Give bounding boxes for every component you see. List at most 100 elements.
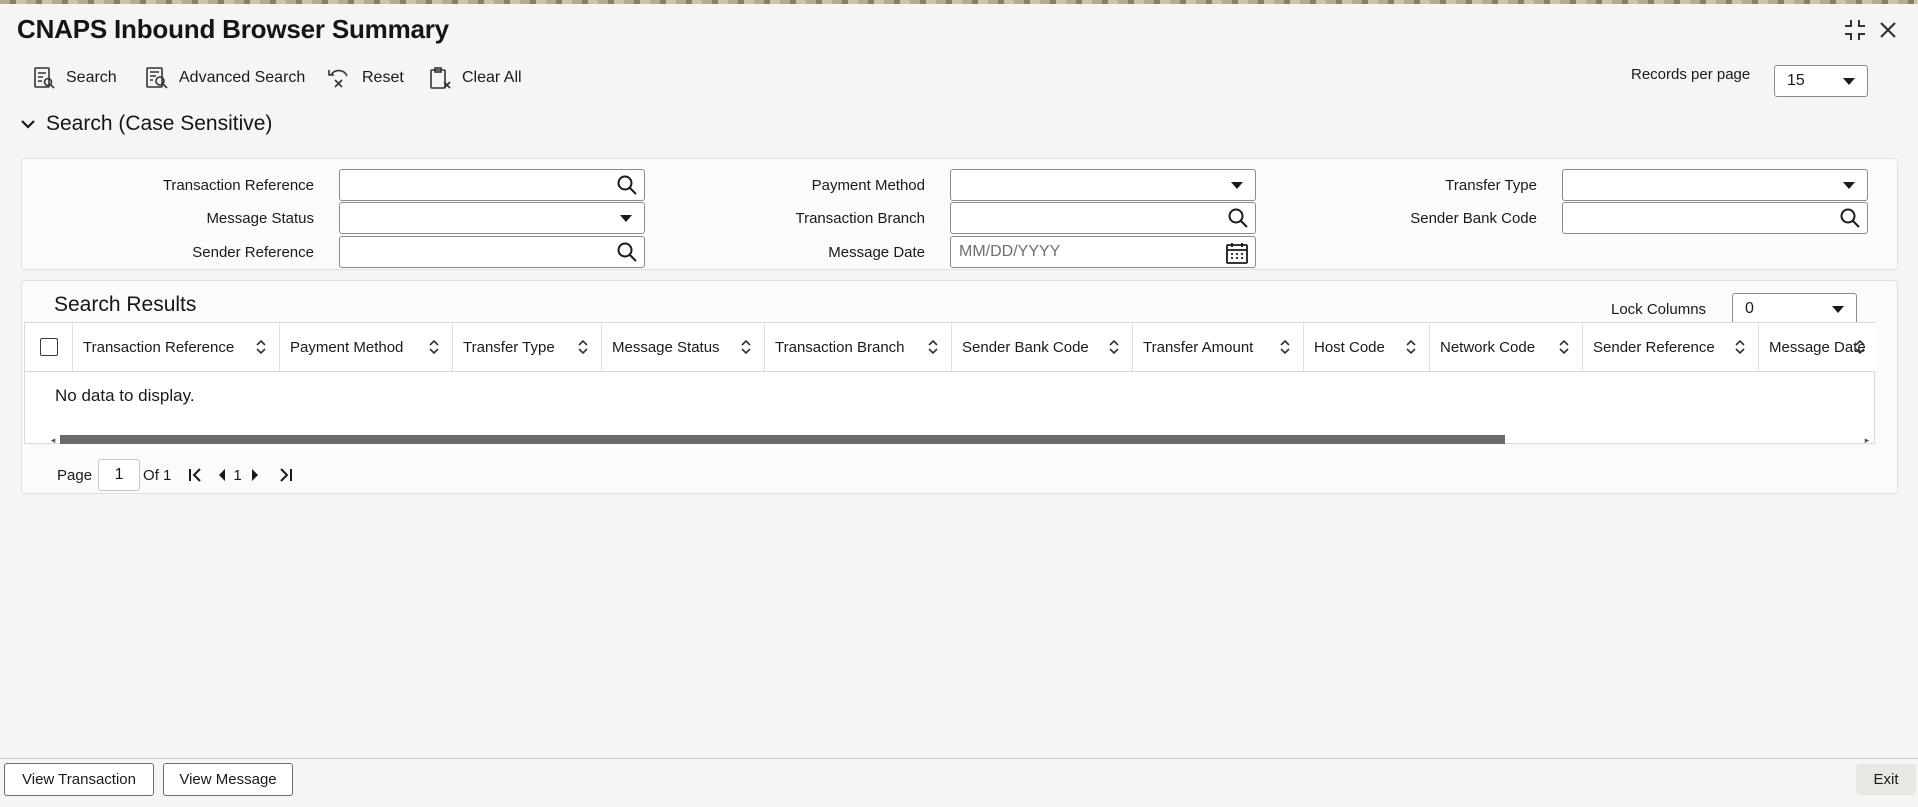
column-header[interactable]: Transfer Amount	[1133, 323, 1304, 371]
sort-icon[interactable]	[1279, 339, 1291, 355]
column-header[interactable]: Transaction Reference	[73, 323, 280, 371]
sender-bank-code-label: Sender Bank Code	[1410, 210, 1537, 227]
horizontal-scrollbar-thumb[interactable]	[60, 435, 1505, 444]
transfer-type-select[interactable]	[1562, 169, 1868, 201]
lock-columns-select[interactable]: 0	[1732, 293, 1857, 325]
advanced-search-button-label: Advanced Search	[179, 69, 306, 86]
column-header-label: Transfer Amount	[1143, 338, 1254, 356]
close-icon	[1880, 22, 1896, 38]
message-status-select[interactable]	[339, 202, 645, 234]
records-per-page-label: Records per page	[1631, 66, 1751, 83]
reset-button[interactable]: Reset	[326, 60, 404, 96]
sender-reference-input[interactable]	[339, 236, 645, 268]
transaction-branch-input[interactable]	[950, 202, 1256, 234]
scroll-left-arrow[interactable]: ◂	[48, 434, 58, 446]
last-page-icon[interactable]	[276, 466, 294, 484]
page-title: CNAPS Inbound Browser Summary	[17, 14, 449, 44]
transaction-reference-input[interactable]	[339, 169, 645, 201]
column-header-label: Transaction Reference	[83, 338, 235, 356]
column-header-label: Sender Reference	[1593, 338, 1715, 356]
chevron-down-icon	[1832, 306, 1844, 313]
records-per-page-select[interactable]: 15	[1774, 65, 1868, 97]
chevron-down-icon	[1231, 182, 1243, 189]
page-number[interactable]: 1	[233, 467, 241, 484]
advanced-search-button[interactable]: Advanced Search	[145, 60, 305, 96]
sender-reference-label: Sender Reference	[192, 244, 314, 261]
select-all-checkbox[interactable]	[39, 338, 58, 356]
column-header-label: Transfer Type	[463, 338, 555, 356]
first-page-icon[interactable]	[187, 466, 205, 484]
pagination: Page 1 Of 1 1	[57, 459, 294, 491]
chevron-down-icon	[1843, 78, 1855, 85]
column-header-label: Message Status	[612, 338, 720, 356]
title-bar: CNAPS Inbound Browser Summary	[0, 4, 1918, 54]
column-header[interactable]: Network Code	[1430, 323, 1583, 371]
search-icon[interactable]	[616, 174, 638, 196]
lock-columns-value: 0	[1745, 300, 1754, 317]
sort-icon[interactable]	[1558, 339, 1570, 355]
sort-icon[interactable]	[577, 339, 589, 355]
exit-button[interactable]: Exit	[1856, 764, 1916, 795]
search-button[interactable]: Search	[32, 60, 117, 96]
message-date-placeholder: MM/DD/YYYY	[959, 243, 1061, 260]
clear-all-icon	[430, 67, 451, 89]
sort-icon[interactable]	[1405, 339, 1417, 355]
restore-window-button[interactable]	[1841, 16, 1869, 44]
sort-icon[interactable]	[927, 339, 939, 355]
column-header[interactable]: Payment Method	[280, 323, 453, 371]
lock-columns-label: Lock Columns	[1611, 301, 1707, 318]
search-section-toggle[interactable]: Search (Case Sensitive)	[20, 112, 272, 136]
current-page-input[interactable]: 1	[98, 459, 141, 491]
column-header[interactable]: Transaction Branch	[765, 323, 952, 371]
payment-method-select[interactable]	[950, 169, 1256, 201]
chevron-down-icon	[1843, 182, 1855, 189]
table-header: Transaction Reference Payment Method Trans…	[24, 322, 1875, 372]
select-all-cell	[25, 323, 73, 371]
column-header[interactable]: Message Status	[602, 323, 765, 371]
column-header-label: Network Code	[1440, 338, 1536, 356]
chevron-down-icon	[620, 215, 632, 222]
sort-icon[interactable]	[255, 339, 267, 355]
sort-icon[interactable]	[428, 339, 440, 355]
search-icon[interactable]	[1839, 207, 1861, 229]
empty-message: No data to display.	[55, 386, 195, 405]
calendar-icon[interactable]	[1225, 241, 1249, 265]
collapse-icon	[1845, 20, 1865, 40]
sort-icon[interactable]	[1854, 339, 1866, 355]
table-body: No data to display.	[24, 372, 1875, 444]
transaction-reference-label: Transaction Reference	[162, 177, 314, 194]
search-icon[interactable]	[1227, 207, 1249, 229]
message-date-input[interactable]: MM/DD/YYYY	[950, 236, 1256, 268]
search-form-icon	[34, 67, 55, 89]
scroll-right-arrow[interactable]: ▸	[1862, 434, 1872, 446]
sender-bank-code-input[interactable]	[1562, 202, 1868, 234]
advanced-search-icon	[146, 67, 168, 89]
next-page-icon[interactable]	[250, 468, 260, 482]
clear-all-button-label: Clear All	[462, 69, 522, 86]
column-header[interactable]: Transfer Type	[453, 323, 602, 371]
close-window-button[interactable]	[1874, 16, 1902, 44]
previous-page-icon[interactable]	[217, 468, 227, 482]
search-section-title: Search (Case Sensitive)	[46, 112, 273, 135]
column-header[interactable]: Sender Reference	[1583, 323, 1759, 371]
column-header-label: Transaction Branch	[775, 338, 905, 356]
current-page-value: 1	[114, 466, 124, 483]
view-transaction-button[interactable]: View Transaction	[4, 763, 154, 796]
search-results-title: Search Results	[54, 293, 197, 316]
results-table: Transaction Reference Payment Method Trans…	[24, 322, 1875, 445]
view-message-button[interactable]: View Message	[163, 763, 293, 796]
sort-icon[interactable]	[740, 339, 752, 355]
column-header-label: Message Date	[1769, 338, 1866, 356]
column-header[interactable]: Message Date	[1759, 323, 1875, 371]
reset-button-label: Reset	[362, 69, 404, 86]
search-icon[interactable]	[616, 241, 638, 263]
column-header[interactable]: Sender Bank Code	[952, 323, 1133, 371]
column-header-label: Payment Method	[290, 338, 404, 356]
sort-icon[interactable]	[1108, 339, 1120, 355]
records-per-page-value: 15	[1787, 72, 1805, 89]
clear-all-button[interactable]: Clear All	[428, 60, 522, 96]
chevron-down-icon	[21, 120, 35, 129]
sort-icon[interactable]	[1734, 339, 1746, 355]
message-date-label: Message Date	[828, 244, 925, 261]
column-header[interactable]: Host Code	[1304, 323, 1430, 371]
